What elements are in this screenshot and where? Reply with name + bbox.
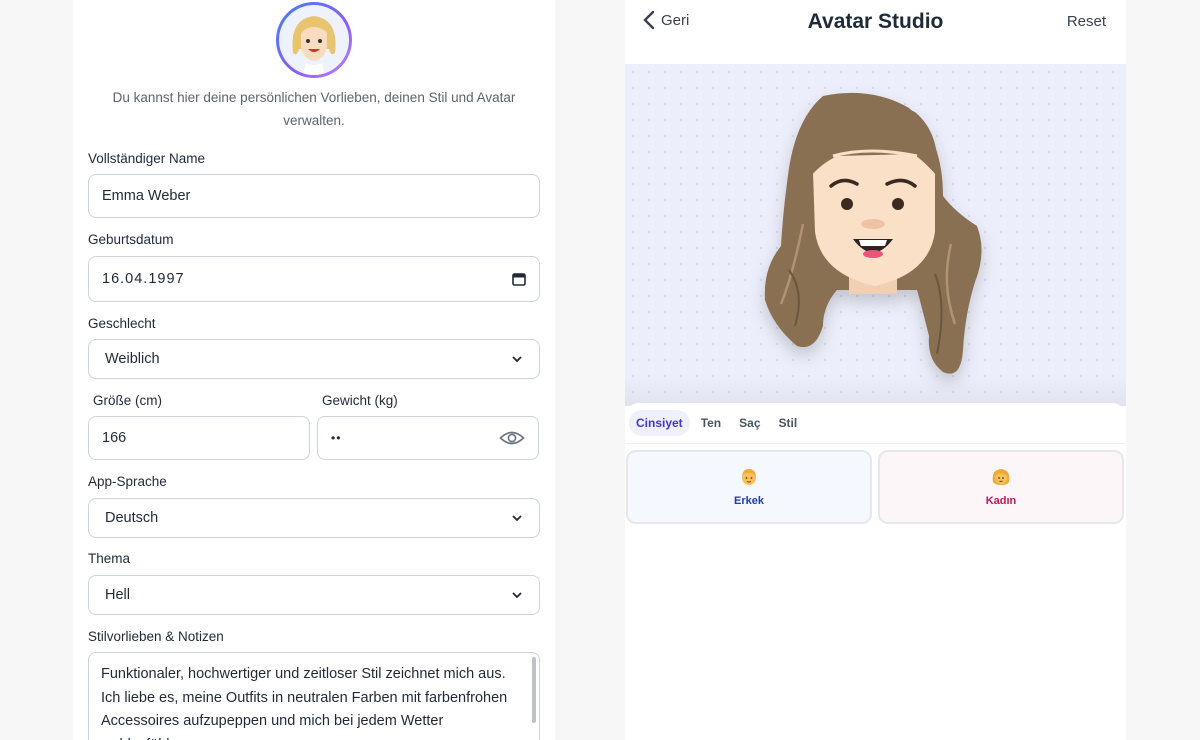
theme-value: Hell xyxy=(105,587,130,603)
weight-input[interactable]: •• xyxy=(317,416,539,460)
customize-sheet: Cinsiyet Ten Saç Stil Erkek Kadın xyxy=(625,403,1126,740)
birthdate-value: 16.04.1997 xyxy=(102,271,185,287)
tab-cinsiyet[interactable]: Cinsiyet xyxy=(629,410,690,436)
tab-sac[interactable]: Saç xyxy=(732,410,767,436)
woman-emoji-icon xyxy=(992,469,1010,485)
preview-shade xyxy=(625,376,1126,406)
theme-select[interactable]: Hell xyxy=(88,575,540,615)
name-input[interactable]: Emma Weber xyxy=(88,174,540,218)
chevron-down-icon xyxy=(512,592,522,599)
theme-label: Thema xyxy=(88,551,131,566)
eye-icon[interactable] xyxy=(499,429,525,447)
category-tabs: Cinsiyet Ten Saç Stil xyxy=(629,410,804,436)
gender-option-kadin[interactable]: Kadın xyxy=(878,450,1124,524)
height-label: Größe (cm) xyxy=(93,393,162,408)
gender-label: Geschlecht xyxy=(88,316,156,331)
weight-value: •• xyxy=(331,431,342,445)
weight-label: Gewicht (kg) xyxy=(322,393,398,408)
studio-title: Avatar Studio xyxy=(807,10,944,33)
birthdate-input[interactable]: 16.04.1997 xyxy=(88,256,540,302)
profile-panel: Du kannst hier deine persönlichen Vorlie… xyxy=(73,0,555,740)
calendar-icon[interactable] xyxy=(512,272,526,286)
avatar-illustration xyxy=(764,92,982,374)
name-value: Emma Weber xyxy=(102,188,191,204)
notes-textarea[interactable]: Funktionaler, hochwertiger und zeitloser… xyxy=(88,652,540,740)
profile-avatar-image xyxy=(279,5,349,75)
tab-ten[interactable]: Ten xyxy=(694,410,728,436)
notes-value: Funktionaler, hochwertiger und zeitloser… xyxy=(101,666,508,740)
language-select[interactable]: Deutsch xyxy=(88,498,540,538)
gender-option-label: Erkek xyxy=(734,495,764,507)
reset-button[interactable]: Reset xyxy=(1067,13,1106,30)
language-label: App-Sprache xyxy=(88,474,167,489)
notes-label: Stilvorlieben & Notizen xyxy=(88,629,224,644)
gender-option-erkek[interactable]: Erkek xyxy=(626,450,872,524)
birthdate-label: Geburtsdatum xyxy=(88,232,174,247)
gender-value: Weiblich xyxy=(105,351,160,367)
notes-scrollbar[interactable] xyxy=(532,657,536,723)
tab-stil[interactable]: Stil xyxy=(772,410,805,436)
gender-option-label: Kadın xyxy=(985,495,1017,507)
name-label: Vollständiger Name xyxy=(88,151,206,166)
tabs-divider xyxy=(625,443,1126,444)
height-input[interactable]: 166 xyxy=(88,416,310,460)
profile-intro-text: Du kannst hier deine persönlichen Vorlie… xyxy=(112,90,516,128)
studio-header: Geri Avatar Studio Reset xyxy=(625,0,1126,46)
chevron-down-icon xyxy=(512,356,522,363)
gender-select[interactable]: Weiblich xyxy=(88,339,540,379)
man-emoji-icon xyxy=(742,469,756,485)
chevron-down-icon xyxy=(512,515,522,522)
height-value: 166 xyxy=(102,430,127,446)
language-value: Deutsch xyxy=(105,510,159,526)
profile-avatar[interactable] xyxy=(276,2,352,78)
avatar-studio-panel: Geri Avatar Studio Reset Cinsiyet Ten Sa… xyxy=(625,0,1126,740)
avatar-preview xyxy=(625,64,1126,406)
